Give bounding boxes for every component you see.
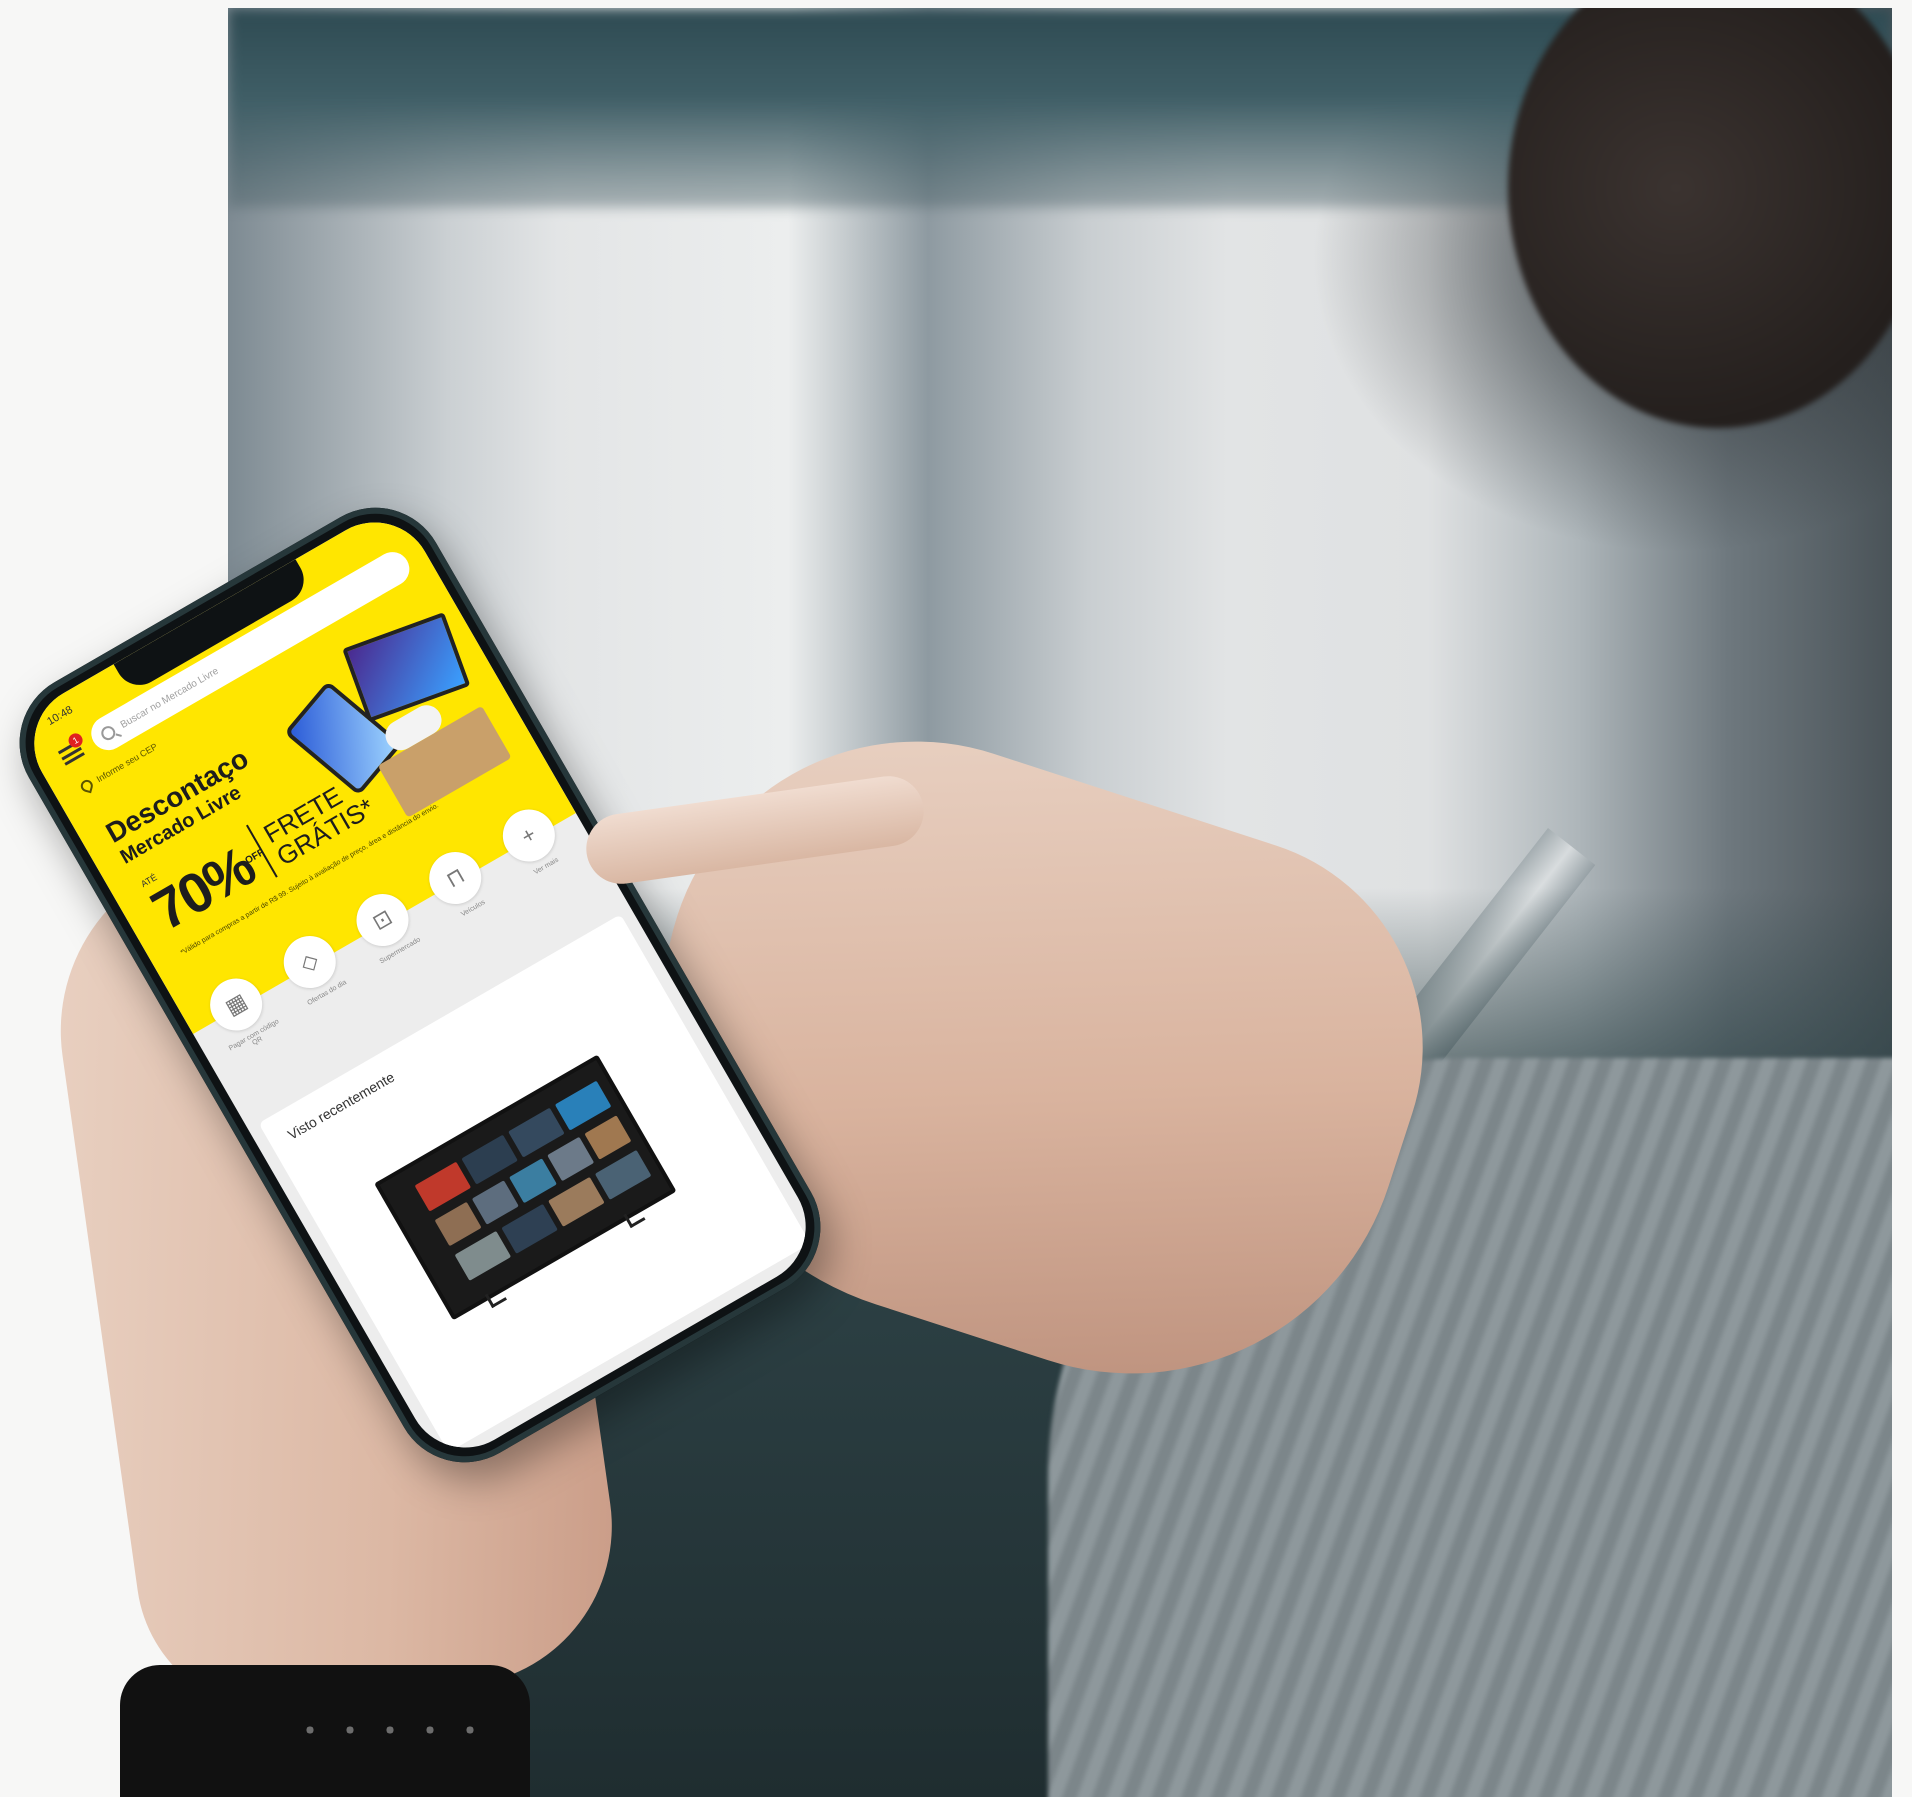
tv-tile — [434, 1201, 482, 1247]
watch-band-holes — [300, 1720, 500, 1740]
search-icon — [98, 723, 118, 743]
location-row[interactable]: Informe seu CEP — [79, 740, 160, 794]
tv-tile — [471, 1180, 520, 1225]
status-time: 10:48 — [45, 703, 75, 729]
person-head — [1508, 8, 1892, 428]
tv-tile — [546, 1136, 595, 1182]
section-title: Visto recentemente — [284, 1068, 398, 1143]
tv-image — [342, 612, 471, 723]
tv-tile — [509, 1158, 557, 1204]
location-pin-icon — [79, 778, 95, 794]
tv-tile — [584, 1115, 632, 1160]
